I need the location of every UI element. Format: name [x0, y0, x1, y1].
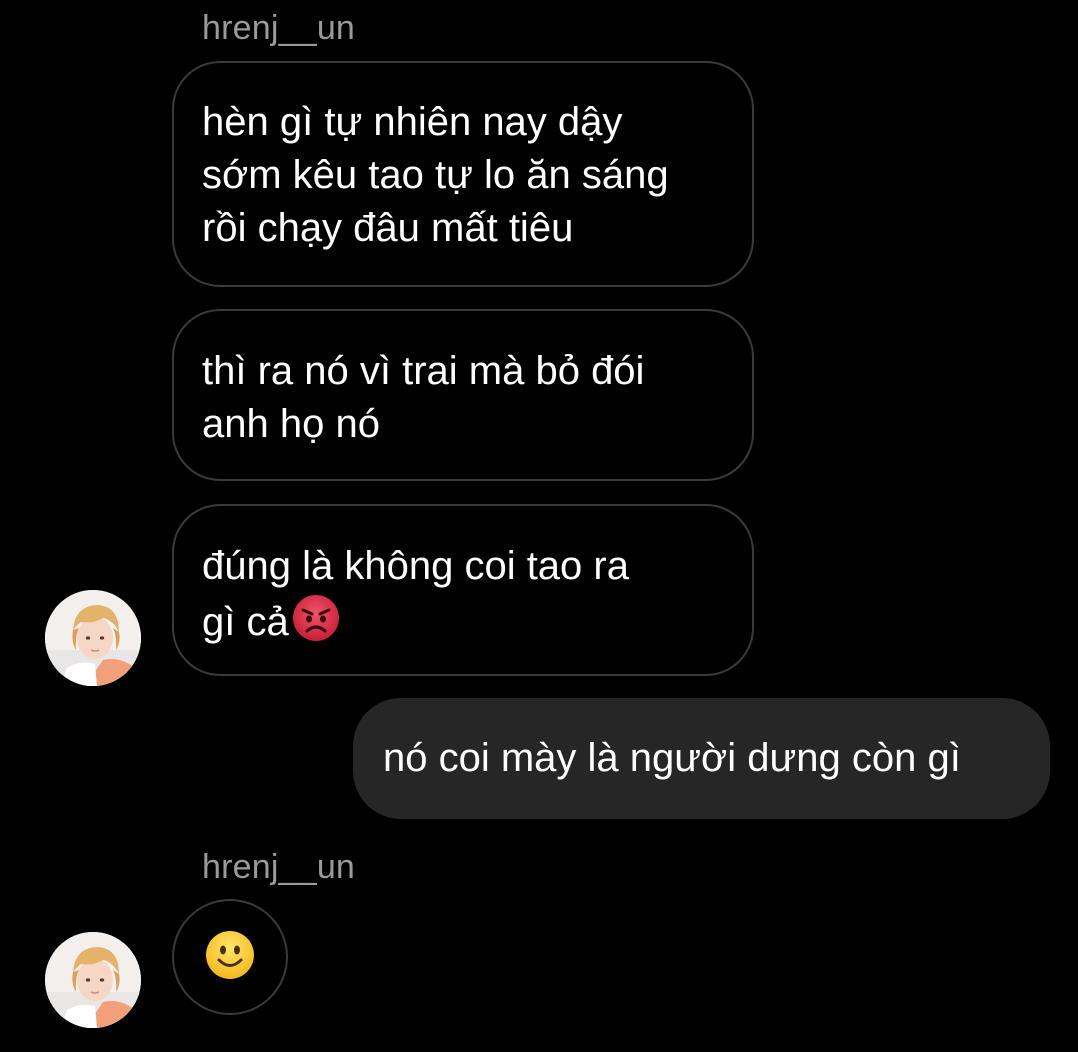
message-bubble-received[interactable]: đúng là không coi tao ra gì cả	[172, 504, 754, 676]
message-text: sớm kêu tao tự lo ăn sáng	[202, 153, 669, 197]
message-text: đúng là không coi tao ra	[202, 544, 629, 588]
message-text: hèn gì tự nhiên nay dậy	[202, 100, 623, 144]
avatar[interactable]	[45, 932, 141, 1028]
message-text: anh họ nó	[202, 402, 380, 446]
message-bubble-sent[interactable]: nó coi mày là người dưng còn gì	[353, 698, 1050, 819]
avatar[interactable]	[45, 590, 141, 686]
sender-name: hrenj__un	[202, 848, 356, 886]
message-text: rồi chạy đâu mất tiêu	[202, 206, 574, 250]
message-text: thì ra nó vì trai mà bỏ đói	[202, 349, 645, 393]
message-bubble-received[interactable]: thì ra nó vì trai mà bỏ đói anh họ nó	[172, 309, 754, 481]
message-text-with-emoji: gì cả	[202, 593, 724, 657]
angry-face-icon	[291, 593, 341, 657]
sender-name: hrenj__un	[202, 9, 356, 47]
message-text: gì cả	[202, 600, 289, 644]
message-bubble-emoji[interactable]	[172, 899, 288, 1015]
message-bubble-received[interactable]: hèn gì tự nhiên nay dậy sớm kêu tao tự l…	[172, 61, 754, 287]
message-text: nó coi mày là người dưng còn gì	[383, 736, 961, 780]
slightly-smiling-face-icon	[204, 929, 256, 986]
